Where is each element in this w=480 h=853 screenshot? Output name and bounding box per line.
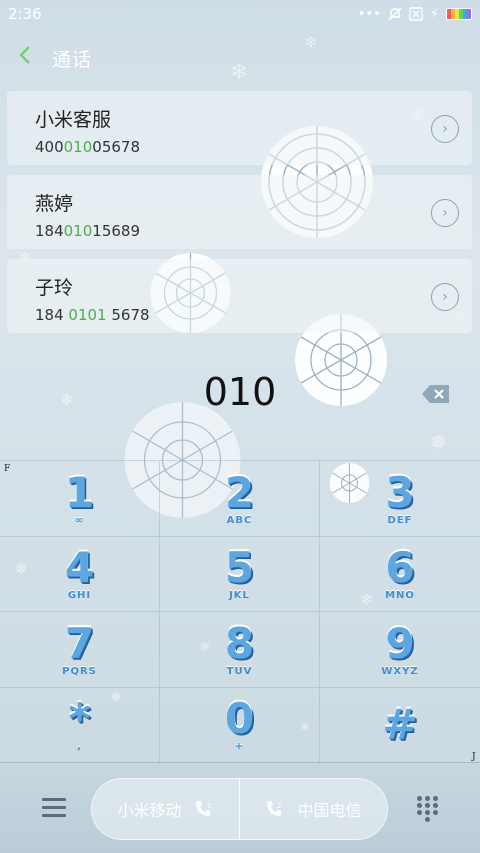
- dialpad-toggle-icon[interactable]: [415, 796, 439, 822]
- key-letters: GHI: [67, 590, 92, 602]
- key-7[interactable]: 7 PQRS: [0, 612, 160, 688]
- key-letters: ABC: [226, 514, 253, 526]
- key-digit: 0: [224, 694, 255, 744]
- contact-name: 燕婷: [35, 193, 74, 215]
- key-0[interactable]: 0 +: [160, 687, 320, 763]
- svg-text:2: 2: [277, 802, 281, 810]
- status-icons: ••• ⚡: [358, 7, 472, 22]
- contact-item[interactable]: 子玲 184 0101 5678 ›: [7, 259, 472, 333]
- key-3[interactable]: 3 DEF: [320, 461, 480, 537]
- key-letters: ∞: [74, 514, 85, 526]
- page-title: 通话: [52, 48, 93, 71]
- key-digit: 3: [385, 467, 415, 517]
- sim1-label: 小米移动: [117, 801, 182, 820]
- key-digit: 6: [385, 543, 415, 593]
- contact-number: 184 0101 5678: [35, 306, 472, 324]
- contact-detail-chevron-icon[interactable]: ›: [431, 283, 459, 311]
- number-match: 0101: [68, 306, 107, 324]
- key-digit: #: [382, 699, 418, 749]
- number-suffix: 5678: [106, 306, 150, 324]
- number-match: 010: [63, 222, 93, 240]
- title-bar: 通话: [0, 36, 480, 80]
- status-bar: 2:36 ••• ⚡: [0, 0, 480, 28]
- dialed-number[interactable]: 010: [0, 370, 480, 414]
- key-digit: 8: [224, 618, 255, 668]
- key-star[interactable]: *,: [0, 687, 160, 763]
- svg-text:1: 1: [207, 802, 211, 810]
- dots-icon: •••: [357, 6, 381, 22]
- key-letters: MNO: [385, 590, 415, 602]
- key-9[interactable]: 9 WXYZ: [320, 612, 480, 688]
- number-prefix: 184: [35, 222, 64, 240]
- status-time: 2:36: [8, 5, 42, 23]
- key-hash[interactable]: #: [320, 688, 480, 763]
- key-digit: 5: [224, 543, 255, 593]
- key-5[interactable]: 5 JKL: [160, 536, 320, 612]
- battery-icon: [446, 8, 472, 20]
- phone-sim1-icon: 1: [195, 801, 211, 816]
- key-2[interactable]: 2 ABC: [160, 461, 320, 537]
- mute-icon: [388, 7, 402, 21]
- dial-keypad: 1 ∞ 2 ABC 3 DEF 4 GHI 5 JKL 6 MNO 7 PQRS 8 TUV 9…: [0, 460, 480, 763]
- number-suffix: 15689: [92, 222, 140, 240]
- contact-detail-chevron-icon[interactable]: ›: [431, 115, 459, 143]
- key-digit: 1: [64, 467, 95, 517]
- contact-item[interactable]: 小米客服 40001005678 ›: [7, 91, 472, 165]
- number-prefix: 184: [35, 306, 69, 324]
- key-6[interactable]: 6 MNO: [320, 537, 480, 612]
- sim-off-icon: [409, 7, 423, 21]
- sim-call-buttons: 小米移动 1 2 中国电信: [91, 778, 388, 840]
- menu-icon[interactable]: [42, 798, 66, 818]
- key-letters: ,: [77, 741, 82, 753]
- number-suffix: 05678: [92, 138, 140, 156]
- sim2-label: 中国电信: [297, 801, 362, 820]
- contact-detail-chevron-icon[interactable]: ›: [431, 199, 459, 227]
- key-letters: JKL: [229, 590, 250, 602]
- key-digit: 2: [224, 467, 255, 517]
- key-letters: WXYZ: [381, 665, 419, 677]
- call-sim2-button[interactable]: 2 中国电信: [240, 779, 387, 839]
- corner-marker: J: [472, 752, 476, 762]
- key-digit: 9: [385, 618, 415, 668]
- contact-number: 40001005678: [35, 138, 472, 156]
- call-sim1-button[interactable]: 小米移动 1: [92, 779, 239, 839]
- key-1[interactable]: 1 ∞: [0, 461, 160, 537]
- key-digit: 4: [64, 543, 95, 593]
- key-letters: PQRS: [62, 665, 97, 677]
- key-8[interactable]: 8 TUV: [160, 612, 320, 688]
- key-4[interactable]: 4 GHI: [0, 536, 160, 612]
- key-letters: DEF: [387, 514, 413, 526]
- number-prefix: 400: [35, 138, 64, 156]
- backspace-icon[interactable]: [421, 384, 451, 404]
- contact-name: 小米客服: [35, 109, 112, 131]
- key-letters: TUV: [226, 665, 253, 677]
- charging-icon: ⚡: [429, 6, 439, 22]
- back-icon[interactable]: [18, 45, 52, 71]
- phone-sim2-icon: 2: [267, 801, 282, 816]
- key-digit: 7: [64, 618, 95, 668]
- contact-item[interactable]: 燕婷 18401015689 ›: [7, 175, 472, 249]
- key-letters: +: [234, 741, 245, 753]
- bottom-bar: 小米移动 1 2 中国电信: [0, 762, 480, 853]
- contact-name: 子玲: [35, 277, 74, 299]
- key-digit: *: [68, 694, 91, 744]
- contact-number: 18401015689: [35, 222, 472, 240]
- number-match: 010: [63, 138, 93, 156]
